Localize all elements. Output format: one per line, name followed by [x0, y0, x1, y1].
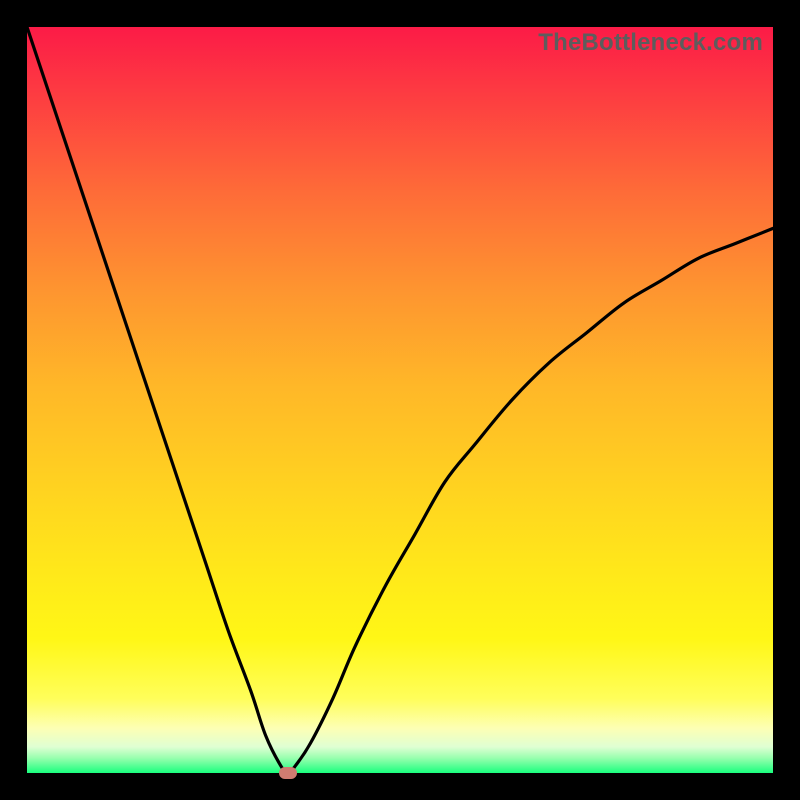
chart-frame: TheBottleneck.com [0, 0, 800, 800]
minimum-marker [279, 767, 297, 779]
bottleneck-curve [27, 27, 773, 773]
plot-area: TheBottleneck.com [27, 27, 773, 773]
